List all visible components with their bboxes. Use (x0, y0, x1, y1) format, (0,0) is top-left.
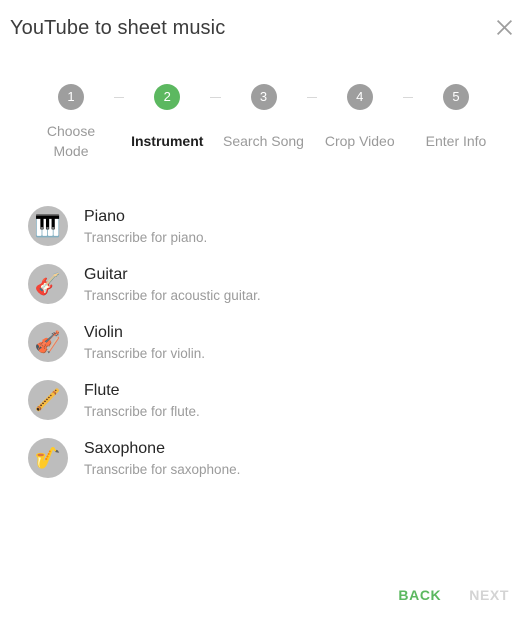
step-label-node-4: Crop Video (319, 120, 401, 151)
list-item-guitar[interactable]: 🎸 Guitar Transcribe for acoustic guitar. (0, 255, 527, 313)
instrument-name-flute: Flute (84, 381, 120, 399)
step-circle-2: 2 (154, 84, 181, 110)
instrument-name-violin: Violin (84, 323, 123, 341)
stepper: 1 2 3 4 5 Choose Mode Instrument Search … (0, 84, 527, 161)
step-label-choose-mode: Choose Mode (46, 123, 96, 159)
step-connector-3-4 (306, 97, 317, 98)
step-node-1[interactable]: 1 (30, 84, 112, 110)
instrument-text: Violin Transcribe for violin. (84, 322, 205, 363)
list-item-violin[interactable]: 🎻 Violin Transcribe for violin. (0, 313, 527, 371)
step-circle-1: 1 (58, 84, 84, 110)
instrument-text: Guitar Transcribe for acoustic guitar. (84, 264, 261, 305)
stepper-labels-row: Choose Mode Instrument Search Song Crop … (30, 110, 497, 161)
flute-icon: 🪈 (28, 380, 68, 420)
instrument-name-saxophone: Saxophone (84, 439, 165, 457)
step-circle-3: 3 (250, 84, 277, 110)
step-label-node-1: Choose Mode (30, 110, 112, 161)
instrument-desc-guitar: Transcribe for acoustic guitar. (84, 287, 261, 303)
step-circle-4: 4 (346, 84, 373, 110)
list-item-piano[interactable]: 🎹 Piano Transcribe for piano. (0, 197, 527, 255)
step-label-node-5: Enter Info (415, 120, 497, 151)
step-connector-4-5 (402, 97, 413, 98)
guitar-icon: 🎸 (28, 264, 68, 304)
step-node-2[interactable]: 2 (126, 84, 208, 110)
back-button[interactable]: BACK (384, 579, 455, 611)
step-connector-2-3 (210, 97, 221, 98)
step-circle-5: 5 (443, 84, 469, 110)
close-button[interactable] (491, 14, 517, 40)
instrument-text: Saxophone Transcribe for saxophone. (84, 438, 240, 479)
instrument-desc-violin: Transcribe for violin. (84, 345, 206, 361)
instrument-text: Piano Transcribe for piano. (84, 206, 207, 247)
instrument-desc-flute: Transcribe for flute. (84, 403, 200, 419)
page-title: YouTube to sheet music (10, 16, 226, 39)
step-node-3[interactable]: 3 (223, 84, 305, 110)
dialog-actions: BACK NEXT (0, 579, 527, 611)
stepper-circles-row: 1 2 3 4 5 (30, 84, 497, 110)
step-connector-1-2 (114, 97, 125, 98)
list-item-saxophone[interactable]: 🎷 Saxophone Transcribe for saxophone. (0, 429, 527, 487)
piano-icon: 🎹 (28, 206, 68, 246)
instrument-desc-saxophone: Transcribe for saxophone. (84, 461, 241, 477)
label-spacer-4 (403, 123, 413, 124)
step-label-node-3: Search Song (223, 120, 305, 151)
label-spacer-2 (210, 123, 220, 124)
step-label-instrument: Instrument (131, 133, 204, 149)
step-label-node-2: Instrument (126, 120, 208, 151)
label-spacer-3 (307, 123, 317, 124)
step-label-crop-video: Crop Video (324, 133, 395, 149)
list-item-flute[interactable]: 🪈 Flute Transcribe for flute. (0, 371, 527, 429)
instrument-desc-piano: Transcribe for piano. (84, 229, 208, 245)
label-spacer-1 (114, 123, 124, 124)
instrument-text: Flute Transcribe for flute. (84, 380, 200, 421)
violin-icon: 🎻 (28, 322, 68, 362)
step-label-enter-info: Enter Info (425, 133, 487, 149)
saxophone-icon: 🎷 (28, 438, 68, 478)
close-icon (496, 19, 513, 36)
dialog-header: YouTube to sheet music (0, 0, 527, 55)
next-button[interactable]: NEXT (455, 579, 523, 611)
step-node-5[interactable]: 5 (415, 84, 497, 110)
instrument-name-piano: Piano (84, 207, 125, 225)
instrument-list: 🎹 Piano Transcribe for piano. 🎸 Guitar T… (0, 197, 527, 487)
step-label-search-song: Search Song (223, 133, 304, 149)
instrument-name-guitar: Guitar (84, 265, 128, 283)
step-node-4[interactable]: 4 (319, 84, 401, 110)
